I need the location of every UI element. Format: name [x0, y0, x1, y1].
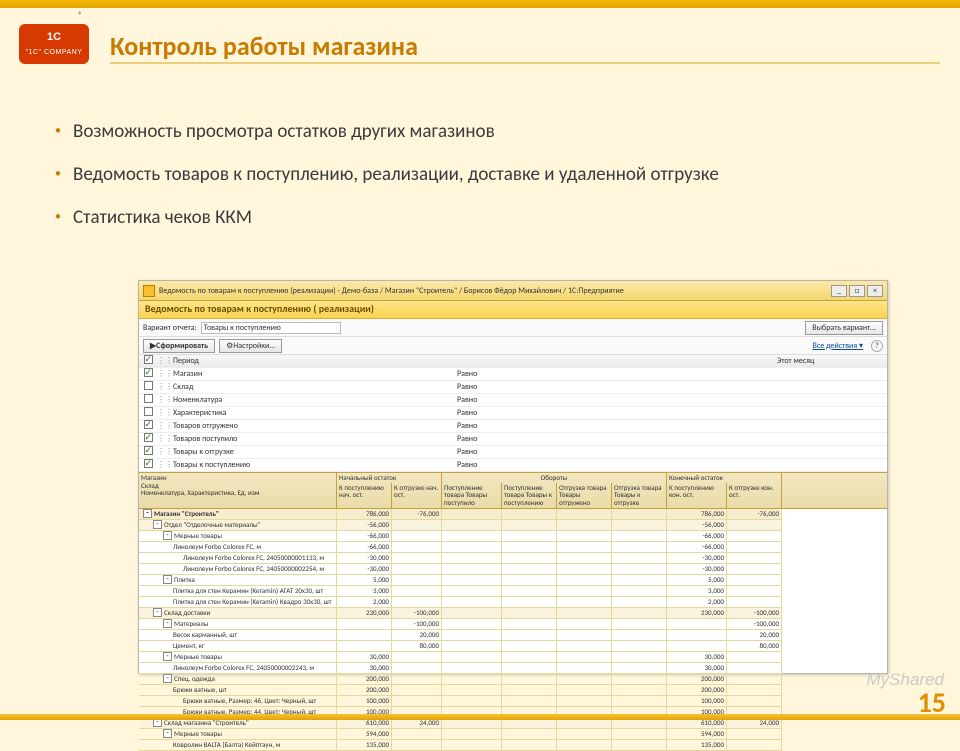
window-min-button[interactable]: _: [831, 285, 847, 297]
grip-icon: ⋮⋮: [157, 408, 171, 418]
param-name: Товаров отгружено: [171, 421, 457, 431]
param-checkbox[interactable]: [144, 368, 153, 377]
app-icon: [143, 285, 155, 297]
grip-icon: ⋮⋮: [157, 421, 171, 431]
variant-label: Вариант отчета:: [143, 323, 197, 333]
row-name: Ковролин BALTA (Балта) Keйптаун, м: [173, 740, 280, 749]
param-name: Период: [171, 356, 457, 366]
screenshot-frame: Ведомость по товарам к поступлению (реал…: [138, 280, 888, 674]
help-icon[interactable]: ?: [871, 340, 883, 352]
row-name: Линолеум Forbo Coloreх FC, м: [173, 542, 261, 551]
slide-title: Контроль работы магазина: [110, 30, 418, 62]
settings-button[interactable]: ⚙ Настройки…: [219, 339, 282, 353]
svg-text:"1С" COMPANY: "1С" COMPANY: [26, 49, 83, 56]
grip-icon: ⋮⋮: [157, 395, 171, 405]
bullet-list: Возможность просмотра остатков других ма…: [55, 120, 920, 229]
form-report-button[interactable]: ▶ Сформировать: [143, 339, 215, 353]
all-actions-link[interactable]: Все действия ▾: [813, 341, 863, 351]
row-name: Магазин "Строитель": [154, 509, 219, 518]
tree-expander[interactable]: -: [143, 509, 152, 518]
row-name: Мерные товары: [174, 531, 222, 540]
row-name: Линолеум Forbo Coloreх FC, 2405000000224…: [173, 663, 314, 672]
param-name: Склад: [171, 382, 457, 392]
bullet-item: Возможность просмотра остатков других ма…: [55, 120, 920, 143]
param-checkbox[interactable]: [144, 420, 153, 429]
grip-icon: ⋮⋮: [157, 434, 171, 444]
param-checkbox[interactable]: [144, 355, 153, 364]
grip-icon: ⋮⋮: [157, 369, 171, 379]
row-name: Материалы: [174, 619, 209, 628]
window-max-button[interactable]: □: [849, 285, 865, 297]
bullet-item: Ведомость товаров к поступлению, реализа…: [55, 163, 920, 186]
report-header: Магазин Склад Номенклатура, Характеристи…: [139, 472, 887, 509]
grip-icon: ⋮⋮: [157, 356, 171, 366]
window-titlebar: Ведомость по товарам к поступлению (реал…: [139, 281, 887, 301]
row-name: Мерные товары: [174, 729, 222, 738]
param-condition: Равно: [457, 460, 777, 470]
row-name: Спец. одежда: [174, 674, 215, 683]
tree-expander[interactable]: -: [163, 729, 172, 738]
param-condition: Равно: [457, 408, 777, 418]
tree-expander[interactable]: -: [163, 652, 172, 661]
param-condition: Равно: [457, 369, 777, 379]
variant-input[interactable]: Товары к поступлению: [201, 322, 341, 334]
row-name: Склад доставки: [164, 608, 210, 617]
row-name: Линолеум Forbo Coloreх FC, 2405000000225…: [183, 564, 324, 573]
tree-expander[interactable]: -: [163, 674, 172, 683]
param-checkbox[interactable]: [144, 394, 153, 403]
row-name: Плитка: [174, 575, 195, 584]
param-condition: Равно: [457, 382, 777, 392]
row-name: Брюки ватные, шт: [173, 685, 227, 694]
row-name: Мерные товары: [174, 652, 222, 661]
param-condition: Равно: [457, 447, 777, 457]
param-condition: Равно: [457, 434, 777, 444]
tree-expander[interactable]: -: [163, 531, 172, 540]
choose-variant-button[interactable]: Выбрать вариант...: [805, 321, 883, 335]
param-name: Товаров поступило: [171, 434, 457, 444]
param-name: Товары к поступлению: [171, 460, 457, 470]
tree-expander[interactable]: -: [163, 575, 172, 584]
row-name: Плитка для стен Керамин (Keramin) Квадро…: [173, 597, 331, 606]
grip-icon: ⋮⋮: [157, 447, 171, 457]
row-name: Весок карманный, шт: [173, 630, 237, 639]
param-name: Характеристика: [171, 408, 457, 418]
tree-expander[interactable]: -: [153, 520, 162, 529]
svg-text:1С: 1С: [47, 31, 61, 43]
row-name: Плитка для стен Керамин (Keramin) АГАТ 2…: [173, 586, 323, 595]
param-condition: Равно: [457, 395, 777, 405]
param-value: Этот месяц: [777, 356, 887, 366]
param-checkbox[interactable]: [144, 407, 153, 416]
param-condition: Равно: [457, 421, 777, 431]
window-title: Ведомость по товарам к поступлению (реал…: [159, 286, 827, 296]
bullet-item: Статистика чеков ККМ: [55, 206, 920, 229]
row-name: Отдел "Отделочные материалы": [164, 520, 260, 529]
tree-expander[interactable]: -: [163, 619, 172, 628]
grip-icon: ⋮⋮: [157, 382, 171, 392]
grip-icon: ⋮⋮: [157, 460, 171, 470]
param-name: Товары к отгрузке: [171, 447, 457, 457]
svg-text:®: ®: [78, 10, 83, 21]
param-name: Номенклатура: [171, 395, 457, 405]
report-title-bar: Ведомость по товарам к поступлению ( реа…: [139, 301, 887, 319]
row-name: Линолеум Forbo Coloreх FC, 2405000000113…: [183, 553, 324, 562]
company-logo: 1С "1С" COMPANY ®: [18, 4, 90, 71]
param-checkbox[interactable]: [144, 446, 153, 455]
param-checkbox[interactable]: [144, 459, 153, 468]
param-checkbox[interactable]: [144, 433, 153, 442]
row-name: Брюки ватные, Размер: 46, Цвет: Черный, …: [183, 696, 316, 705]
row-name: Цемент, кг: [173, 641, 204, 650]
tree-expander[interactable]: -: [153, 608, 162, 617]
window-close-button[interactable]: ×: [867, 285, 883, 297]
param-checkbox[interactable]: [144, 381, 153, 390]
param-name: Магазин: [171, 369, 457, 379]
